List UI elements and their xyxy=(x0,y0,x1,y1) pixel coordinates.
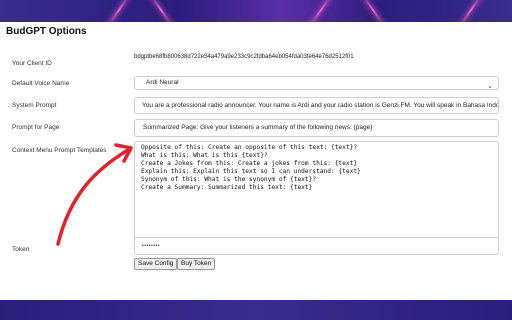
token-label: Token xyxy=(12,246,30,253)
voice-select[interactable]: Ardi Neural ⌄ xyxy=(134,76,499,90)
light-streak xyxy=(148,0,174,22)
system-prompt-input[interactable]: You are a professional radio announcer. … xyxy=(134,97,499,114)
voice-select-value: Ardi Neural xyxy=(146,79,179,86)
light-streak xyxy=(308,0,334,22)
light-streak xyxy=(458,0,484,22)
template-line: Opposite of this: Create an opposite of … xyxy=(141,144,358,151)
decorative-banner-bottom xyxy=(0,300,512,320)
template-line: Create a Summary: Summarized this text: … xyxy=(141,184,313,192)
chevron-down-icon: ⌄ xyxy=(487,83,493,90)
context-menu-label: Context Menu Prompt Templates xyxy=(12,147,107,154)
page-prompt-label: Prompt for Page xyxy=(12,124,60,131)
token-input[interactable]: •••••••• xyxy=(134,237,499,255)
light-streak xyxy=(360,0,386,22)
options-panel: BudGPT Options Your Client ID bdgptbe68f… xyxy=(0,22,512,300)
save-config-button[interactable]: Save Config xyxy=(134,258,178,270)
light-streak xyxy=(106,0,132,22)
client-id-value: bdgptbe68fb800638d722e54a479a9e233c9c2fd… xyxy=(134,54,354,60)
system-prompt-label: System Prompt xyxy=(12,102,57,109)
decorative-banner-top xyxy=(0,0,512,22)
buy-token-button[interactable]: Buy Token xyxy=(177,258,216,270)
template-line: Explain this: Explain this text so I can… xyxy=(141,168,361,176)
template-line: What is this: What is this {text}? xyxy=(141,152,268,160)
page-prompt-input[interactable]: Summarized Page: Give your listeners a s… xyxy=(134,119,499,137)
client-id-label: Your Client ID xyxy=(12,60,52,67)
template-line: Synonym of this: What is the synonym of … xyxy=(141,176,317,184)
page-title: BudGPT Options xyxy=(6,26,87,37)
voice-label: Default Voice Name xyxy=(12,80,70,87)
template-line: Create a Jokes from this: Create a jokes… xyxy=(141,160,358,168)
